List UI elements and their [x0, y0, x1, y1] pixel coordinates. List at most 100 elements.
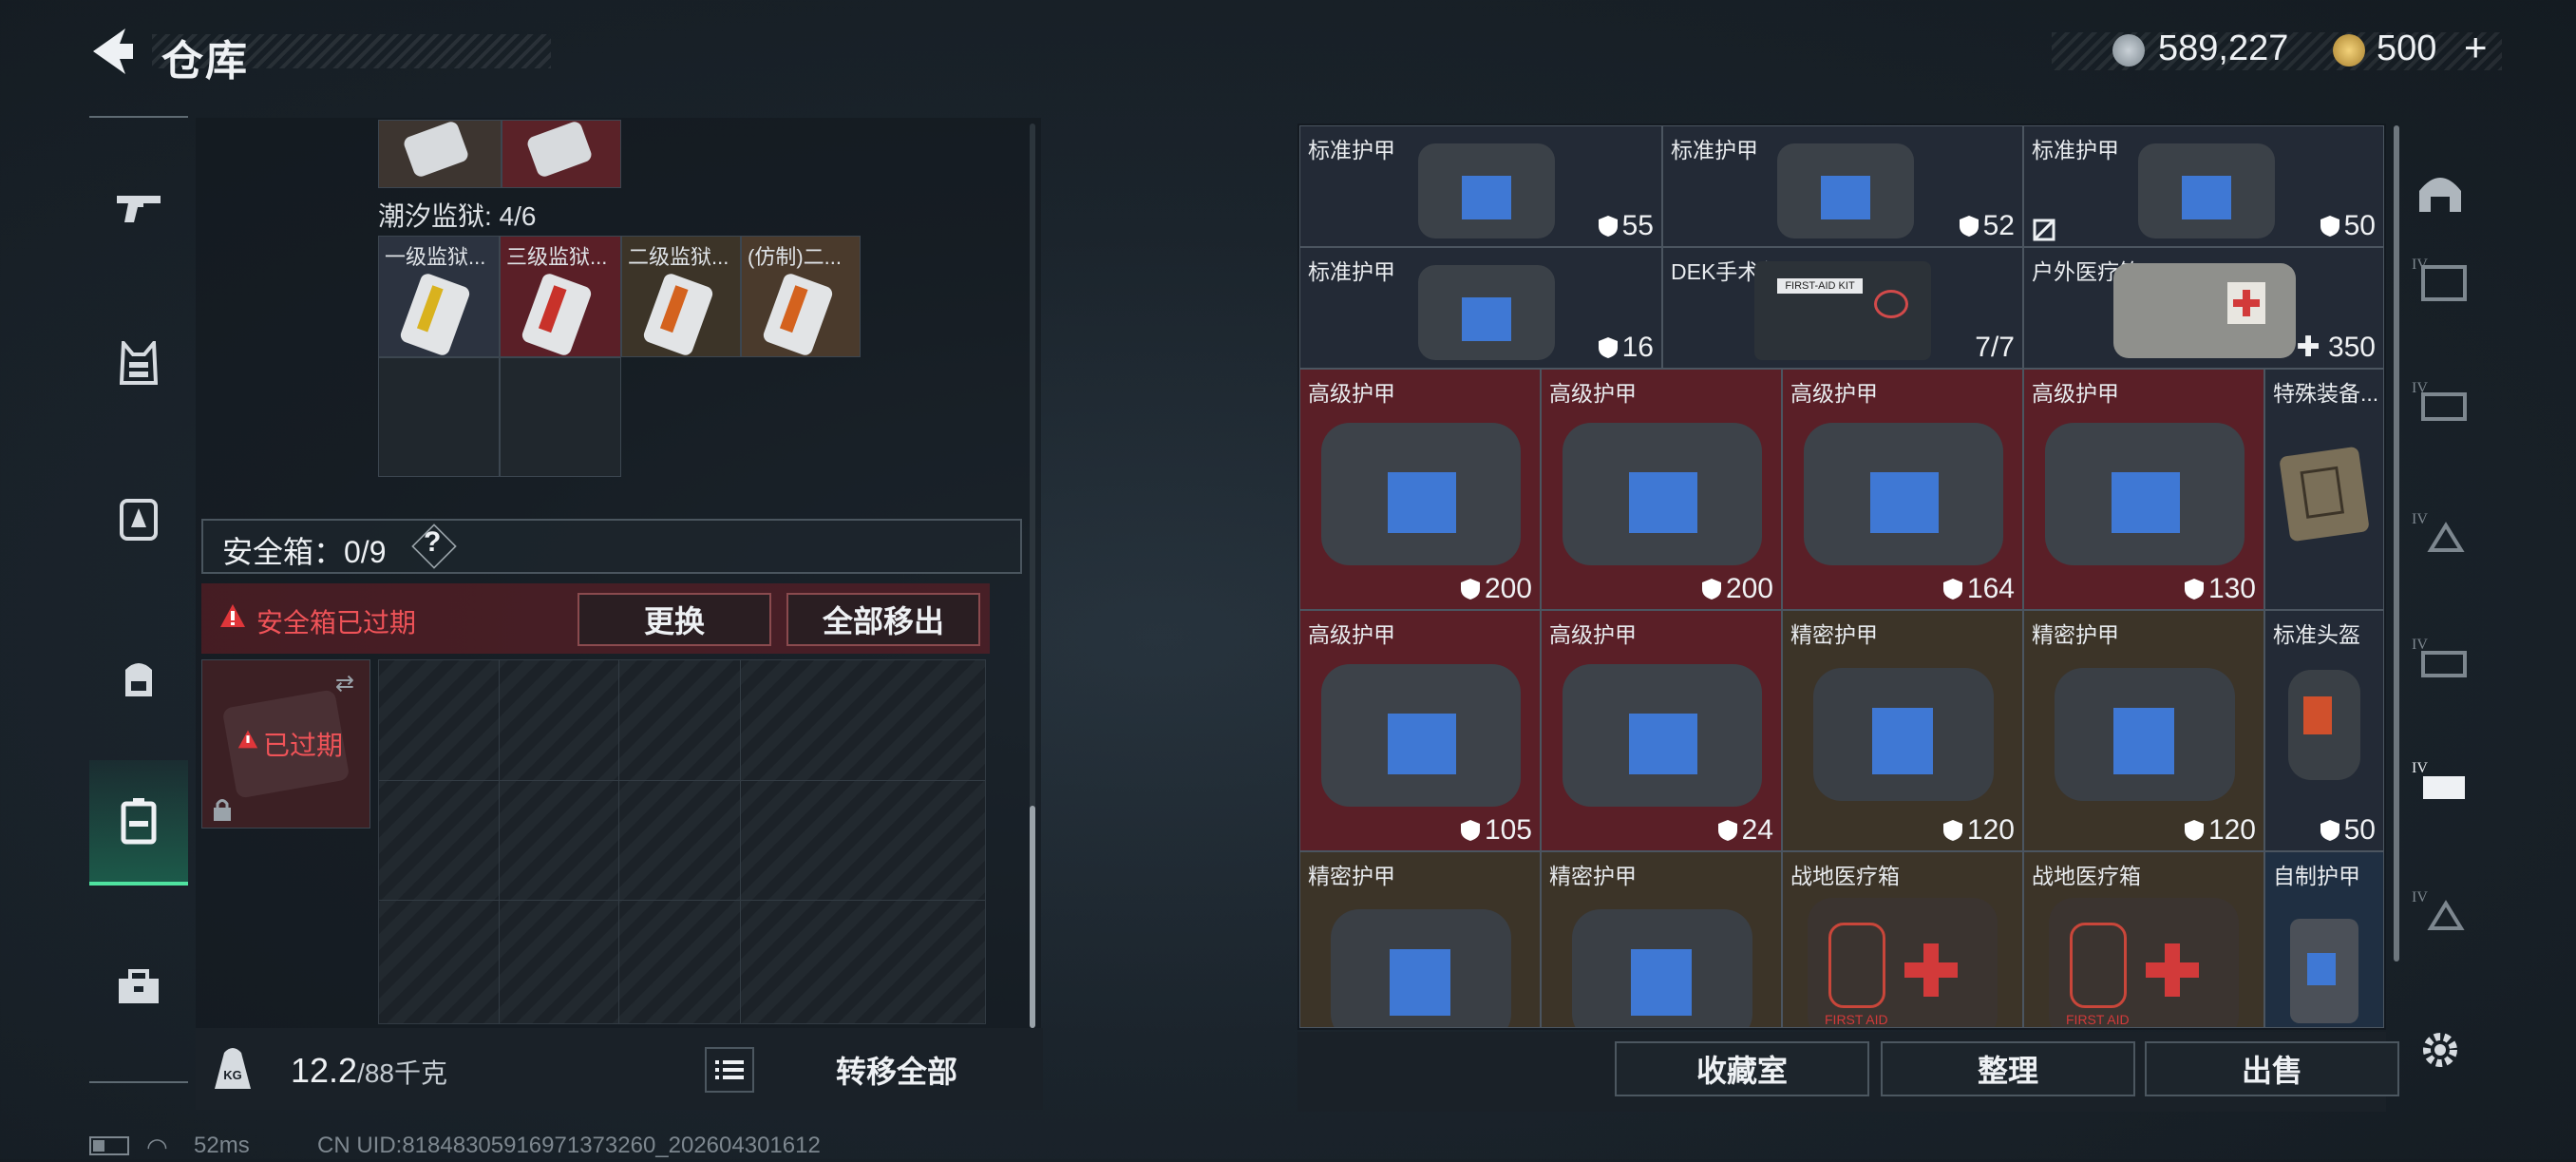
- item-name: 高级护甲: [1549, 622, 1637, 647]
- case-filter-icon-active[interactable]: IV: [2407, 749, 2473, 815]
- gold-coin-icon: [2333, 34, 2365, 67]
- item-name: 精密护甲: [1790, 622, 1878, 647]
- empty-slot[interactable]: [500, 357, 621, 477]
- transfer-all-button[interactable]: 转移全部: [771, 1041, 1022, 1098]
- sort-button[interactable]: 整理: [1881, 1041, 2135, 1096]
- shield-icon: [2320, 817, 2340, 841]
- left-scrollbar-thumb[interactable]: [1030, 806, 1035, 1028]
- inventory-item[interactable]: 高级护甲 200: [1299, 369, 1541, 610]
- key-card-slot[interactable]: (仿制)二...: [741, 236, 861, 357]
- partial-item-slot[interactable]: [502, 120, 621, 188]
- item-label: (仿制)二...: [748, 245, 842, 269]
- warning-icon: [218, 602, 247, 634]
- backpack-icon[interactable]: [89, 631, 188, 726]
- inventory-item[interactable]: 高级护甲 24: [1541, 610, 1782, 851]
- shield-icon: [2320, 213, 2340, 237]
- inventory-item[interactable]: 高级护甲 130: [2023, 369, 2264, 610]
- inventory-item[interactable]: 高级护甲 164: [1782, 369, 2023, 610]
- durability: 55: [1598, 210, 1654, 242]
- inventory-item[interactable]: 标准护甲 52: [1662, 125, 2023, 247]
- item-name: 精密护甲: [1308, 864, 1395, 888]
- inventory-item[interactable]: 精密护甲 120: [1782, 610, 2023, 851]
- toolbox-icon[interactable]: [89, 939, 188, 1034]
- list-view-button[interactable]: [705, 1047, 754, 1093]
- shield-icon: [1598, 213, 1619, 237]
- safe-box-icon[interactable]: [89, 760, 188, 886]
- key-card-slot[interactable]: 二级监狱...: [621, 236, 741, 357]
- inventory-item[interactable]: 标准头盔 50: [2264, 610, 2384, 851]
- item-name: 标准护甲: [2032, 138, 2119, 162]
- safe-box-item[interactable]: ⇄ 已过期: [201, 659, 370, 829]
- sell-button[interactable]: 出售: [2145, 1041, 2399, 1096]
- misc-filter-icon[interactable]: IV: [2407, 878, 2473, 944]
- silver-amount: 589,227: [2158, 29, 2289, 68]
- backpack-filter-icon[interactable]: IV: [2407, 500, 2473, 566]
- uses: 7/7: [1975, 332, 2015, 363]
- inventory-item[interactable]: 户外医疗箱 ✚ 350: [2023, 247, 2384, 369]
- settings-gear-icon[interactable]: [2407, 1017, 2473, 1083]
- heal-amount: ✚ 350: [2296, 332, 2376, 363]
- shield-icon: [1942, 576, 1963, 600]
- inventory-item[interactable]: 精密护甲: [1541, 851, 1782, 1028]
- back-arrow-icon: [93, 29, 133, 74]
- vest-icon[interactable]: [89, 315, 188, 410]
- item-label: 一级监狱...: [385, 245, 486, 269]
- inventory-item[interactable]: 标准护甲 55: [1299, 125, 1662, 247]
- help-button[interactable]: ?: [424, 526, 441, 559]
- key-card-slot[interactable]: 三级监狱...: [500, 236, 621, 357]
- silver-coin-icon: [2112, 34, 2145, 67]
- item-name: 战地医疗箱: [1790, 864, 1900, 888]
- inventory-item[interactable]: 高级护甲 200: [1541, 369, 1782, 610]
- inventory-item[interactable]: 战地医疗箱 FIRST AID: [1782, 851, 2023, 1028]
- item-name: 标准头盔: [2273, 622, 2360, 647]
- gold-amount: 500: [2377, 29, 2437, 68]
- filter-sidebar: IV IV IV IV IV IV: [2397, 118, 2485, 1077]
- gun-icon[interactable]: [89, 160, 188, 255]
- inventory-item[interactable]: 标准护甲 50: [2023, 125, 2384, 247]
- durability: 50: [2320, 814, 2376, 847]
- item-name: 高级护甲: [2032, 381, 2119, 406]
- item-name: 标准护甲: [1308, 259, 1395, 284]
- helmet-filter-icon[interactable]: [2407, 160, 2473, 226]
- svg-text:IV: IV: [2412, 637, 2428, 653]
- key-card-slot[interactable]: 一级监狱...: [378, 236, 500, 357]
- inventory-item[interactable]: 自制护甲: [2264, 851, 2384, 1028]
- lock-icon: [212, 797, 233, 827]
- inventory-item[interactable]: 战地医疗箱 FIRST AID: [2023, 851, 2264, 1028]
- armor-filter-icon[interactable]: IV: [2407, 245, 2473, 312]
- inventory-item[interactable]: DEK手术包 FIRST-AID KIT 7/7: [1662, 247, 2023, 369]
- collection-button[interactable]: 收藏室: [1615, 1041, 1869, 1096]
- replace-button[interactable]: 更换: [578, 593, 771, 646]
- svg-text:KG: KG: [223, 1068, 242, 1082]
- expired-warning-text: 安全箱已过期: [256, 608, 417, 638]
- svg-text:IV: IV: [2412, 257, 2428, 273]
- add-currency-button[interactable]: +: [2464, 25, 2488, 70]
- durability: 52: [1959, 210, 2015, 242]
- durability: 50: [2320, 210, 2376, 242]
- expired-tag-icon: [237, 729, 259, 754]
- uid-readout: CN UID:81848305916971373260_202604301612: [317, 1133, 821, 1158]
- durability: 120: [2184, 814, 2256, 847]
- locked-safebox-grid: [378, 659, 986, 1024]
- svg-text:IV: IV: [2412, 760, 2428, 776]
- back-button[interactable]: [87, 25, 137, 78]
- durability: 24: [1717, 814, 1773, 847]
- inventory-item[interactable]: 精密护甲 120: [2023, 610, 2264, 851]
- ping-readout: 52ms: [194, 1133, 250, 1158]
- inventory-item[interactable]: 高级护甲 105: [1299, 610, 1541, 851]
- empty-slot[interactable]: [378, 357, 500, 477]
- box-filter-icon[interactable]: IV: [2407, 625, 2473, 692]
- rig-filter-icon[interactable]: IV: [2407, 369, 2473, 435]
- shield-icon: [1701, 576, 1722, 600]
- category-sidebar: [89, 116, 188, 1083]
- remove-all-button[interactable]: 全部移出: [786, 593, 980, 646]
- partial-item-slot[interactable]: [378, 120, 502, 188]
- kit-badge: FIRST-AID KIT: [1777, 278, 1863, 294]
- inventory-item[interactable]: 特殊装备...: [2264, 369, 2384, 610]
- chest-rig-icon[interactable]: [89, 471, 188, 566]
- inventory-item[interactable]: 精密护甲: [1299, 851, 1541, 1028]
- inventory-item[interactable]: 标准护甲 16: [1299, 247, 1662, 369]
- prison-container-label: 潮汐监狱: 4/6: [378, 201, 537, 231]
- shield-icon: [1959, 213, 1979, 237]
- item-name: 战地医疗箱: [2032, 864, 2141, 888]
